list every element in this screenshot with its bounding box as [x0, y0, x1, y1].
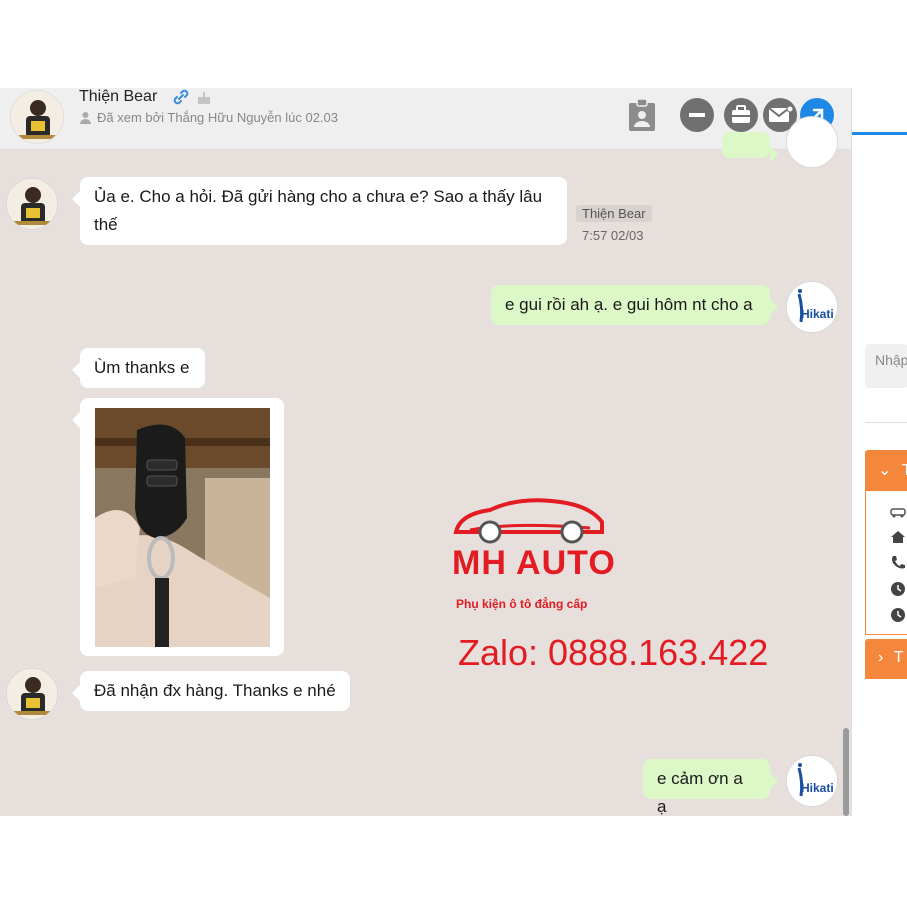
- contact-avatar[interactable]: [6, 668, 58, 720]
- seen-status: Đã xem bởi Thắng Hữu Nguyễn lúc 02.03: [79, 110, 338, 125]
- message-bubble[interactable]: Đã nhận đx hàng. Thanks e nhé: [72, 671, 350, 711]
- clock-icon: [890, 607, 906, 623]
- car-icon: [890, 503, 906, 519]
- phone-icon: [890, 555, 906, 571]
- note-input[interactable]: Nhập: [865, 344, 907, 388]
- hikati-logo-text: Hikati: [801, 307, 834, 321]
- hikati-logo-text: Hikati: [801, 781, 834, 795]
- scrollbar-thumb[interactable]: [843, 728, 849, 816]
- watermark-brand: MH AUTO: [452, 544, 616, 582]
- contact-avatar[interactable]: [10, 90, 64, 144]
- hikati-avatar[interactable]: [786, 116, 838, 168]
- message-text: Ùm thanks e: [94, 358, 190, 377]
- briefcase-button[interactable]: [724, 98, 758, 132]
- screen: Thiện Bear Đã xem bởi Thắng Hữu Nguyễn l…: [0, 0, 907, 907]
- message-text: e gui rồi ah ạ. e gui hôm nt cho a: [505, 295, 753, 314]
- section-header-label: T: [901, 462, 907, 479]
- photo-car-key-cover[interactable]: [95, 408, 270, 647]
- home-icon: [890, 529, 906, 545]
- section-header-label: T: [893, 649, 904, 666]
- hikati-avatar[interactable]: Hikati: [786, 755, 838, 807]
- seen-text: Đã xem bởi Thắng Hữu Nguyễn lúc 02.03: [97, 110, 339, 125]
- panel-divider: [865, 422, 907, 423]
- message-text: e cảm ơn a ạ: [657, 769, 743, 816]
- message-bubble-partial: [722, 132, 778, 162]
- contact-name[interactable]: Thiện Bear: [79, 88, 157, 106]
- panel-section-header-expanded[interactable]: ⌄ T: [865, 450, 907, 490]
- chevron-right-icon: ›: [878, 649, 884, 666]
- message-bubble[interactable]: e gui rồi ah ạ. e gui hôm nt cho a: [491, 285, 778, 325]
- contact-avatar[interactable]: [6, 178, 58, 230]
- hikati-avatar[interactable]: Hikati: [786, 281, 838, 333]
- sender-name: Thiện Bear: [576, 205, 652, 222]
- message-text: Ủa e. Cho a hỏi. Đã gửi hàng cho a chưa …: [94, 187, 543, 234]
- contact-card-button[interactable]: [626, 98, 658, 132]
- message-time: 7:57 02/03: [582, 228, 644, 243]
- panel-info-box: [865, 490, 907, 635]
- message-bubble[interactable]: e cảm ơn a ạ: [643, 759, 778, 816]
- watermark-zalo-phone: Zalo: 0888.163.422: [458, 632, 769, 673]
- person-icon: [79, 111, 92, 124]
- panel-tab-indicator: [852, 132, 907, 135]
- message-text: Đã nhận đx hàng. Thanks e nhé: [94, 681, 336, 700]
- image-message[interactable]: [72, 398, 284, 656]
- panel-section-header-collapsed[interactable]: › T: [865, 639, 907, 679]
- link-icon[interactable]: [172, 88, 190, 106]
- minimize-button[interactable]: [680, 98, 714, 132]
- message-bubble[interactable]: Ủa e. Cho a hỏi. Đã gửi hàng cho a chưa …: [72, 177, 567, 245]
- watermark-tagline: Phụ kiện ô tô đẳng cấp: [456, 597, 588, 611]
- chevron-down-icon: ⌄: [878, 462, 892, 479]
- message-bubble[interactable]: Ùm thanks e: [72, 348, 205, 388]
- birthday-cake-icon: [196, 89, 212, 105]
- right-side-panel: Nhập ⌄ T › T: [851, 88, 907, 816]
- clock-icon: [890, 581, 906, 597]
- chat-window: Thiện Bear Đã xem bởi Thắng Hữu Nguyễn l…: [0, 88, 851, 816]
- chat-scrollbar[interactable]: [842, 150, 850, 816]
